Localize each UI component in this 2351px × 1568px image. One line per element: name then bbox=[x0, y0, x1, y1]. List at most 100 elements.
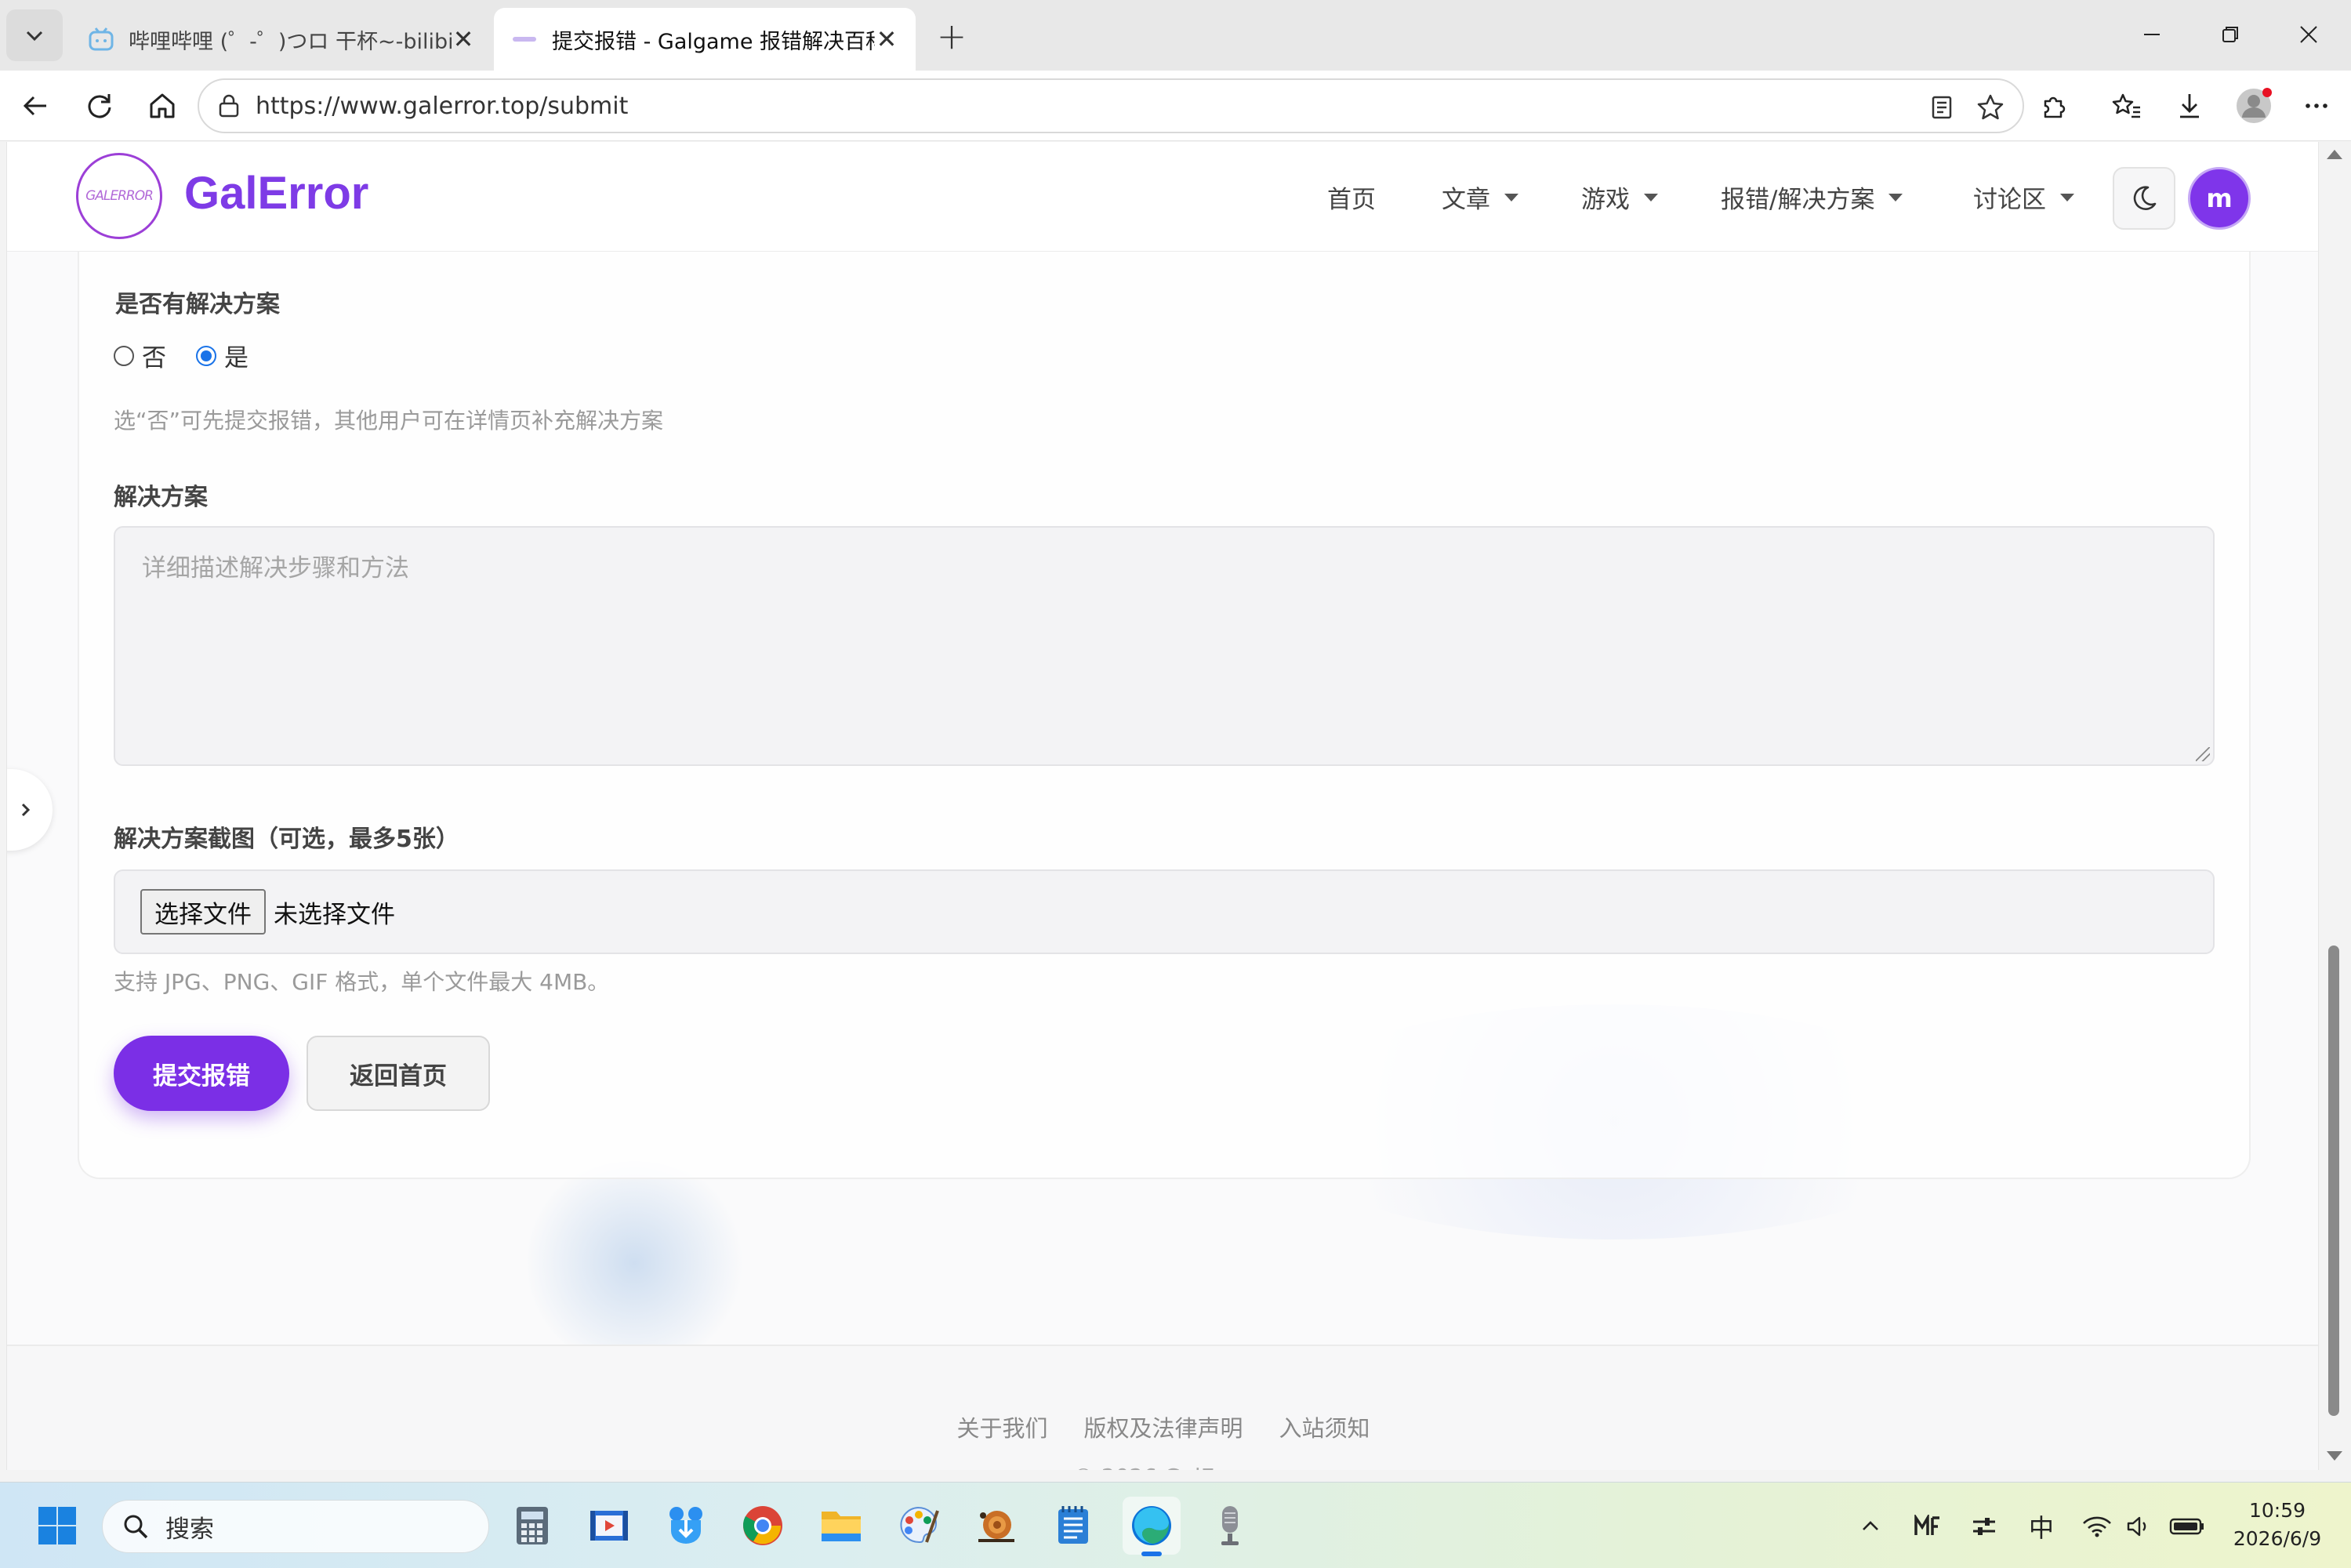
reload-button[interactable] bbox=[77, 83, 122, 129]
chevron-up-icon bbox=[1863, 1521, 1878, 1530]
has-solution-radio-group: 否 是 bbox=[114, 338, 249, 373]
tray-app-icon[interactable] bbox=[1910, 1504, 1946, 1548]
address-bar[interactable]: https://www.galerror.top/submit bbox=[198, 78, 2024, 133]
footer-link-legal[interactable]: 版权及法律声明 bbox=[1083, 1410, 1243, 1443]
nav-errors-solutions[interactable]: 报错/解决方案 bbox=[1721, 180, 1903, 215]
file-status: 未选择文件 bbox=[274, 900, 395, 929]
battery-status[interactable] bbox=[2165, 1504, 2209, 1548]
theme-toggle-button[interactable] bbox=[2113, 167, 2175, 230]
chevron-down-icon bbox=[26, 31, 43, 42]
nav-games[interactable]: 游戏 bbox=[1581, 180, 1658, 215]
user-avatar-button[interactable]: m bbox=[2188, 167, 2251, 230]
site-logo-text[interactable]: GalError bbox=[184, 167, 368, 220]
sidebar-toggle-button[interactable] bbox=[7, 769, 53, 851]
scrollbar-thumb[interactable] bbox=[2328, 946, 2339, 1416]
footer-link-about[interactable]: 关于我们 bbox=[956, 1410, 1047, 1443]
puzzle-icon bbox=[2044, 96, 2066, 118]
game-app[interactable] bbox=[967, 1497, 1025, 1555]
home-button[interactable] bbox=[140, 83, 185, 129]
close-tab-icon[interactable]: ✕ bbox=[875, 24, 898, 54]
notepad-app[interactable] bbox=[1044, 1497, 1102, 1555]
cloud-download-icon bbox=[669, 1507, 702, 1544]
chevron-right-icon bbox=[21, 803, 31, 817]
nav-articles[interactable]: 文章 bbox=[1442, 180, 1518, 215]
tab-strip: 哔哩哔哩 (゜-゜)つロ 干杯~-bilibili ✕ 提交报错 - Galga… bbox=[0, 0, 2351, 71]
downloader-app[interactable] bbox=[657, 1497, 715, 1555]
page-scrollbar[interactable] bbox=[2319, 142, 2351, 1470]
restore-button[interactable] bbox=[2195, 11, 2266, 58]
calculator-icon bbox=[517, 1507, 548, 1544]
reload-icon bbox=[88, 94, 111, 118]
battery-icon bbox=[2169, 1518, 2204, 1535]
media-app[interactable] bbox=[580, 1497, 638, 1555]
favorites-button[interactable] bbox=[2104, 83, 2150, 129]
home-icon bbox=[150, 93, 175, 118]
edge-app[interactable] bbox=[1123, 1497, 1181, 1556]
microphone-icon bbox=[1221, 1506, 1239, 1545]
minimize-button[interactable] bbox=[2117, 11, 2187, 58]
radio-no[interactable] bbox=[114, 345, 134, 366]
url-text[interactable]: https://www.galerror.top/submit bbox=[256, 93, 628, 120]
new-tab-button[interactable]: + bbox=[930, 14, 974, 58]
tab-galerror-submit[interactable]: 提交报错 - Galgame 报错解决百科 ✕ bbox=[494, 8, 916, 71]
galerror-favicon bbox=[511, 26, 538, 53]
extensions-button[interactable] bbox=[2032, 83, 2077, 129]
folder-icon bbox=[822, 1512, 861, 1541]
speaker-icon bbox=[2127, 1516, 2146, 1537]
download-icon bbox=[2180, 94, 2199, 118]
caret-down-icon bbox=[2060, 193, 2074, 201]
tab-actions-button[interactable] bbox=[6, 9, 63, 61]
tab-bilibili[interactable]: 哔哩哔哩 (゜-゜)つロ 干杯~-bilibili ✕ bbox=[71, 8, 492, 71]
screenshot-file-input[interactable]: 选择文件 未选择文件 bbox=[114, 869, 2215, 954]
ime-indicator[interactable]: 中 bbox=[2026, 1504, 2057, 1548]
radio-no-label[interactable]: 否 bbox=[142, 338, 166, 373]
chrome-app[interactable] bbox=[734, 1497, 792, 1555]
search-icon bbox=[124, 1515, 148, 1539]
reader-mode-icon[interactable] bbox=[1917, 83, 1966, 132]
site-footer: 关于我们 版权及法律声明 入站须知 © 2026 GalError bbox=[7, 1345, 2318, 1470]
paint-app[interactable] bbox=[889, 1497, 947, 1555]
volume-status[interactable] bbox=[2121, 1504, 2157, 1548]
close-window-button[interactable] bbox=[2273, 11, 2344, 58]
back-arrow-icon bbox=[23, 96, 46, 116]
solution-textarea[interactable]: 详细描述解决步骤和方法 bbox=[114, 526, 2215, 766]
back-button[interactable] bbox=[13, 83, 58, 129]
nav-home[interactable]: 首页 bbox=[1327, 180, 1376, 215]
downloads-button[interactable] bbox=[2167, 83, 2212, 129]
profile-button[interactable] bbox=[2231, 83, 2277, 129]
caret-down-icon bbox=[1644, 193, 1658, 201]
file-explorer-app[interactable] bbox=[812, 1497, 870, 1555]
taskbar-clock[interactable]: 10:59 2026/6/9 bbox=[2226, 1497, 2328, 1553]
solution-label: 解决方案 bbox=[114, 484, 208, 511]
favorite-star-icon[interactable] bbox=[1966, 83, 2015, 132]
site-logo[interactable]: GALERROR bbox=[76, 153, 162, 239]
resize-handle[interactable] bbox=[2196, 747, 2210, 761]
lock-icon[interactable] bbox=[213, 90, 245, 122]
choose-file-button[interactable]: 选择文件 bbox=[140, 889, 266, 935]
taskbar-search[interactable]: 搜索 bbox=[102, 1500, 489, 1553]
windows-logo-icon bbox=[38, 1507, 76, 1544]
browser-toolbar: https://www.galerror.top/submit bbox=[0, 71, 2351, 141]
radio-yes-label[interactable]: 是 bbox=[224, 338, 249, 373]
search-placeholder: 搜索 bbox=[165, 1515, 214, 1544]
scroll-down-arrow-icon[interactable] bbox=[2327, 1451, 2342, 1461]
start-button[interactable] bbox=[28, 1497, 86, 1555]
radio-yes[interactable] bbox=[196, 345, 216, 366]
page-viewport: 是否有解决方案 否 是 选“否”可先提交报错，其他用户可在详情页补充解决方案 解… bbox=[6, 142, 2319, 1470]
submit-report-button[interactable]: 提交报错 bbox=[114, 1036, 289, 1111]
nav-discussion[interactable]: 讨论区 bbox=[1973, 180, 2074, 215]
footer-link-rules[interactable]: 入站须知 bbox=[1279, 1410, 1370, 1443]
wifi-status[interactable] bbox=[2079, 1504, 2115, 1548]
tab-title: 提交报错 - Galgame 报错解决百科 bbox=[552, 29, 875, 54]
tray-overflow-button[interactable] bbox=[1855, 1504, 1886, 1548]
microphone-app[interactable] bbox=[1201, 1497, 1259, 1555]
tray-m-icon bbox=[1914, 1515, 1939, 1535]
tray-settings-icon[interactable] bbox=[1966, 1504, 2002, 1548]
close-tab-icon[interactable]: ✕ bbox=[452, 24, 475, 54]
calculator-app[interactable] bbox=[503, 1497, 561, 1555]
wifi-icon bbox=[2083, 1516, 2111, 1537]
more-menu-button[interactable] bbox=[2294, 83, 2339, 129]
back-home-button[interactable]: 返回首页 bbox=[307, 1036, 490, 1111]
scroll-up-arrow-icon[interactable] bbox=[2327, 150, 2342, 159]
logo-mark: GALERROR bbox=[85, 188, 154, 204]
